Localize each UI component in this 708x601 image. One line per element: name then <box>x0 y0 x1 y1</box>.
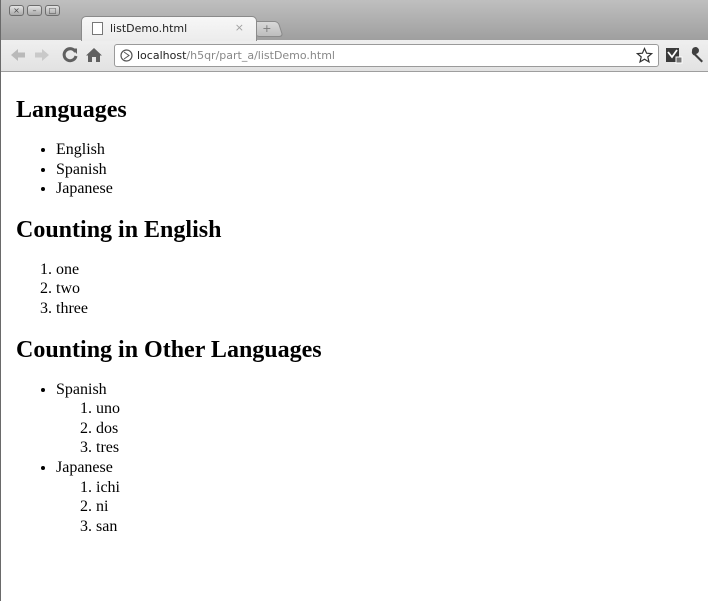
address-bar[interactable]: localhost/h5qr/part_a/listDemo.html <box>114 44 659 67</box>
star-icon[interactable] <box>636 47 653 64</box>
url-host: localhost <box>137 49 187 62</box>
tab-strip: × – □ listDemo.html × + <box>1 0 708 41</box>
document-icon <box>92 22 103 35</box>
tab-listdemo[interactable]: listDemo.html × <box>81 16 257 41</box>
list-item-spanish: Spanish uno dos tres <box>56 380 696 458</box>
list-item: Japanese <box>56 179 696 199</box>
globe-icon <box>120 49 133 62</box>
list-item: English <box>56 140 696 160</box>
forward-icon[interactable] <box>33 46 51 64</box>
list-item: Spanish <box>56 160 696 180</box>
counting-other-list: Spanish uno dos tres Japanese ichi ni sa… <box>16 380 696 537</box>
list-item: uno <box>96 399 696 419</box>
url-path: /h5qr/part_a/listDemo.html <box>186 49 335 62</box>
japanese-numbers-list: ichi ni san <box>56 478 696 537</box>
group-label: Japanese <box>56 458 113 476</box>
page-menu-icon[interactable] <box>665 46 683 64</box>
list-item: ni <box>96 497 696 517</box>
tab-title: listDemo.html <box>110 22 188 35</box>
tab-close-icon[interactable]: × <box>235 21 244 34</box>
counting-english-list: one two three <box>16 260 696 319</box>
address-url: localhost/h5qr/part_a/listDemo.html <box>137 49 335 62</box>
wrench-icon[interactable] <box>688 46 706 64</box>
plus-icon: + <box>262 22 272 35</box>
window-minimize-button[interactable]: – <box>27 5 42 16</box>
back-icon[interactable] <box>9 46 27 64</box>
list-item: ichi <box>96 478 696 498</box>
spanish-numbers-list: uno dos tres <box>56 399 696 458</box>
window-controls: × – □ <box>9 5 60 16</box>
browser-window: × – □ listDemo.html × + localhost/h5qr/p… <box>0 0 708 601</box>
page-content: Languages English Spanish Japanese Count… <box>16 79 696 536</box>
navigation-toolbar: localhost/h5qr/part_a/listDemo.html <box>1 40 708 72</box>
list-item: san <box>96 517 696 537</box>
reload-icon[interactable] <box>61 46 79 64</box>
list-item: dos <box>96 419 696 439</box>
home-icon[interactable] <box>85 46 103 64</box>
languages-list: English Spanish Japanese <box>16 140 696 199</box>
heading-languages: Languages <box>16 97 127 123</box>
heading-counting-other: Counting in Other Languages <box>16 336 322 363</box>
window-maximize-button[interactable]: □ <box>45 5 60 16</box>
list-item: three <box>56 299 696 319</box>
list-item: two <box>56 279 696 299</box>
window-close-button[interactable]: × <box>9 5 24 16</box>
group-label: Spanish <box>56 380 107 398</box>
list-item: tres <box>96 438 696 458</box>
list-item-japanese: Japanese ichi ni san <box>56 458 696 536</box>
list-item: one <box>56 260 696 280</box>
heading-counting-english: Counting in English <box>16 216 222 243</box>
